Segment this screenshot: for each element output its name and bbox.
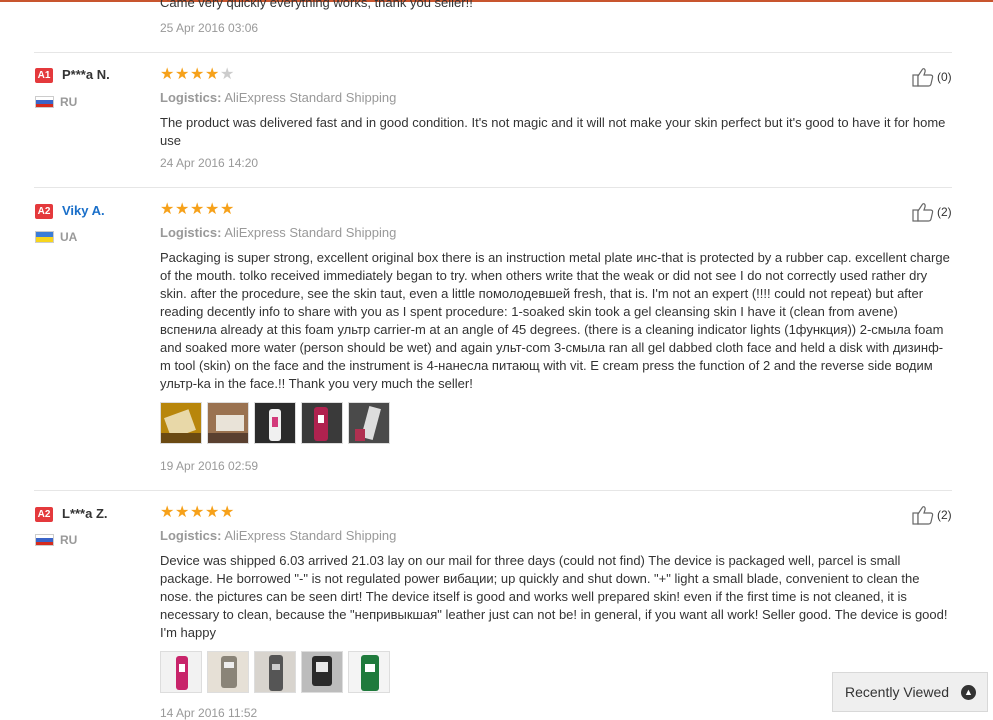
logistics-value: AliExpress Standard Shipping [224, 225, 397, 240]
review-text: Packaging is super strong, excellent ori… [160, 250, 950, 391]
review-photo-thumbnail[interactable] [301, 651, 343, 693]
reviewer-country: UA [60, 230, 78, 244]
level-badge: A2 [35, 204, 53, 219]
reviewer-name: P***a N. [62, 67, 110, 82]
review-date: 25 Apr 2016 03:06 [160, 21, 259, 35]
recently-viewed-toggle[interactable]: Recently Viewed ▲ [832, 672, 988, 712]
logistics-line: Logistics: AliExpress Standard Shipping [160, 90, 396, 105]
review-photos [160, 651, 395, 693]
helpful-count: (0) [937, 70, 952, 84]
review-text: The product was delivered fast and in go… [160, 115, 946, 148]
divider [34, 490, 952, 491]
star-icon: ★ [205, 66, 220, 83]
review-photo-thumbnail[interactable] [254, 402, 296, 444]
star-icon: ★ [220, 66, 235, 83]
logistics-value: AliExpress Standard Shipping [224, 528, 397, 543]
top-accent-line [0, 0, 993, 2]
level-badge: A1 [35, 68, 53, 83]
flag-ua-icon [35, 231, 54, 243]
review-date: 19 Apr 2016 02:59 [160, 459, 259, 473]
star-icon: ★ [205, 504, 220, 521]
divider [34, 187, 952, 188]
star-icon: ★ [160, 201, 175, 218]
star-rating: ★ ★ ★ ★ ★ [160, 66, 235, 83]
star-icon: ★ [160, 66, 175, 83]
logistics-label: Logistics: [160, 90, 222, 105]
review-date: 14 Apr 2016 11:52 [160, 706, 258, 720]
review-text: Came very quickly everything works, than… [160, 0, 473, 10]
review-photo-thumbnail[interactable] [207, 651, 249, 693]
star-icon: ★ [160, 504, 175, 521]
thumbs-up-icon [912, 203, 934, 222]
logistics-line: Logistics: AliExpress Standard Shipping [160, 528, 396, 543]
review-photos [160, 402, 395, 444]
star-icon: ★ [175, 201, 190, 218]
reviewer-name[interactable]: Viky A. [62, 203, 105, 218]
review-photo-thumbnail[interactable] [207, 402, 249, 444]
star-icon: ★ [205, 201, 220, 218]
level-badge: A2 [35, 507, 53, 522]
flag-ru-icon [35, 96, 54, 108]
star-icon: ★ [175, 66, 190, 83]
review-photo-thumbnail[interactable] [348, 402, 390, 444]
reviewer-name: L***a Z. [62, 506, 108, 521]
star-icon: ★ [175, 504, 190, 521]
star-icon: ★ [220, 201, 235, 218]
review-text: Device was shipped 6.03 arrived 21.03 la… [160, 553, 948, 640]
review-date: 24 Apr 2016 14:20 [160, 156, 259, 170]
recently-viewed-label: Recently Viewed [845, 684, 950, 700]
helpful-button[interactable]: (2) [912, 202, 952, 222]
review-photo-thumbnail[interactable] [160, 651, 202, 693]
logistics-label: Logistics: [160, 528, 222, 543]
logistics-label: Logistics: [160, 225, 222, 240]
chevron-up-icon: ▲ [961, 685, 976, 700]
star-icon: ★ [190, 504, 205, 521]
review-photo-thumbnail[interactable] [301, 402, 343, 444]
flag-ru-icon [35, 534, 54, 546]
star-rating: ★ ★ ★ ★ ★ [160, 201, 235, 218]
review-photo-thumbnail[interactable] [348, 651, 390, 693]
star-rating: ★ ★ ★ ★ ★ [160, 504, 235, 521]
helpful-count: (2) [937, 205, 952, 219]
helpful-button[interactable]: (0) [912, 67, 952, 87]
divider [34, 52, 952, 53]
star-icon: ★ [190, 66, 205, 83]
thumbs-up-icon [912, 506, 934, 525]
helpful-count: (2) [937, 508, 952, 522]
reviewer-country: RU [60, 95, 78, 109]
thumbs-up-icon [912, 68, 934, 87]
review-photo-thumbnail[interactable] [254, 651, 296, 693]
logistics-line: Logistics: AliExpress Standard Shipping [160, 225, 396, 240]
review-photo-thumbnail[interactable] [160, 402, 202, 444]
helpful-button[interactable]: (2) [912, 505, 952, 525]
star-icon: ★ [190, 201, 205, 218]
star-icon: ★ [220, 504, 235, 521]
reviewer-country: RU [60, 533, 78, 547]
logistics-value: AliExpress Standard Shipping [224, 90, 397, 105]
